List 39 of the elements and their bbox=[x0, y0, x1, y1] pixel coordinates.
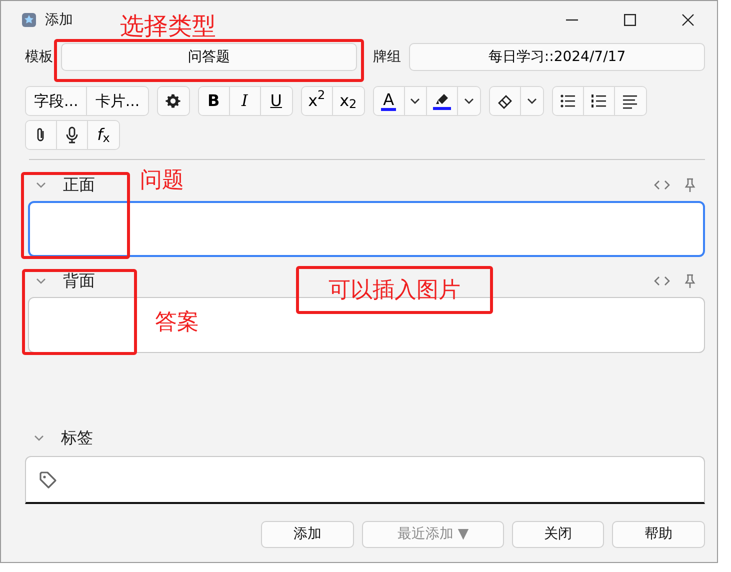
annotation-callout: 可以插入图片 bbox=[296, 266, 493, 314]
dialog-button[interactable]: 帮助 bbox=[612, 521, 705, 548]
html-editor-icon[interactable] bbox=[653, 178, 671, 192]
bullet-list-icon bbox=[558, 92, 577, 110]
maximize-icon bbox=[624, 14, 636, 26]
pin-icon[interactable] bbox=[683, 274, 697, 288]
numbered-list-icon bbox=[590, 92, 608, 110]
app-icon bbox=[21, 12, 37, 28]
minimize-icon bbox=[566, 19, 578, 21]
field-label: 正面 bbox=[63, 174, 95, 196]
bullet-list-button[interactable] bbox=[552, 87, 584, 115]
pin-icon[interactable] bbox=[683, 178, 697, 192]
caret-icon bbox=[464, 98, 474, 104]
deck-selector[interactable]: 每日学习::2024/7/17 bbox=[409, 43, 705, 71]
caret-icon bbox=[410, 98, 420, 104]
bold-button[interactable]: B bbox=[198, 87, 230, 115]
paperclip-button[interactable] bbox=[26, 121, 57, 149]
font-color-button[interactable]: A bbox=[374, 87, 405, 115]
window-title: 添加 bbox=[45, 10, 73, 30]
note-type-label: 模板 bbox=[25, 48, 53, 66]
field-label: 背面 bbox=[63, 270, 95, 292]
note-type-selector[interactable]: 问答题 bbox=[61, 43, 357, 71]
html-editor-icon[interactable] bbox=[653, 274, 671, 288]
eraser-button[interactable] bbox=[490, 87, 521, 115]
settings-icon bbox=[164, 92, 182, 110]
text-field[interactable] bbox=[28, 201, 705, 257]
annotation-text: 问题 bbox=[140, 170, 184, 192]
deck-label: 牌组 bbox=[373, 48, 401, 66]
close-icon bbox=[682, 14, 694, 26]
dialog-button[interactable]: 添加 bbox=[261, 521, 354, 548]
toolbar-button[interactable]: 字段... bbox=[26, 87, 88, 115]
annotation-text: 选择类型 bbox=[120, 14, 216, 38]
caret-icon bbox=[526, 98, 537, 104]
dialog-button[interactable]: 关闭 bbox=[512, 521, 604, 548]
tags-label: 标签 bbox=[61, 427, 93, 449]
format-button[interactable]: x$^{2}$ bbox=[302, 87, 333, 115]
tag-field[interactable] bbox=[25, 456, 705, 504]
annotation-text: 答案 bbox=[155, 312, 199, 334]
tag-icon bbox=[38, 470, 58, 490]
